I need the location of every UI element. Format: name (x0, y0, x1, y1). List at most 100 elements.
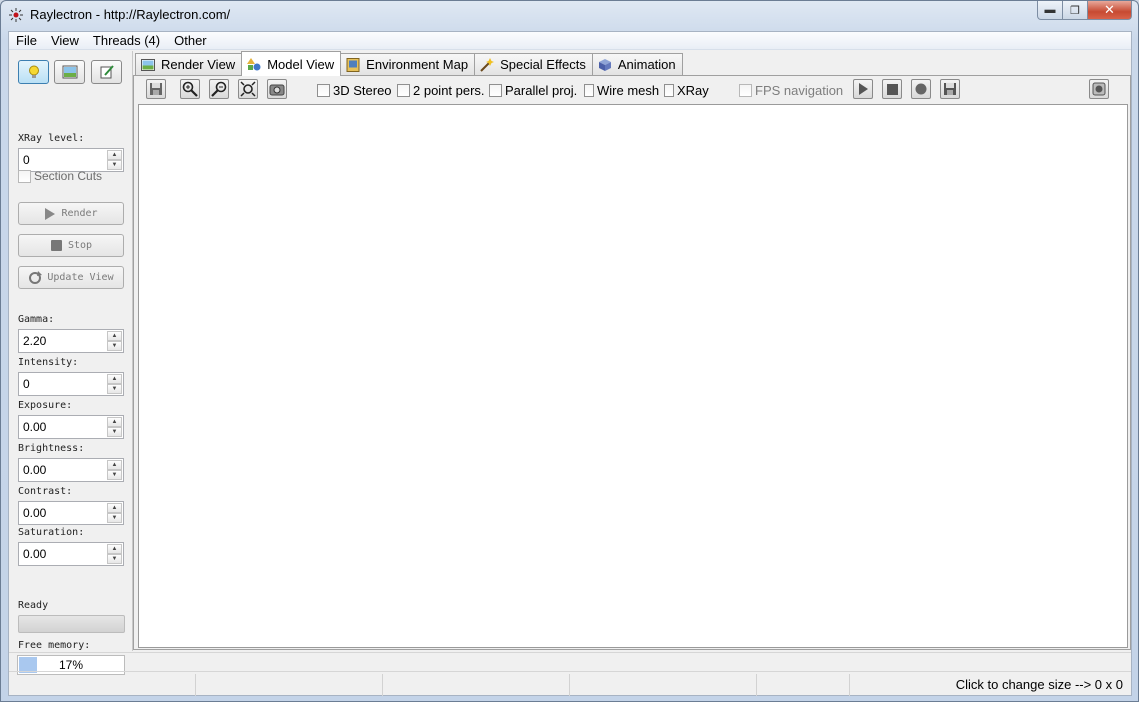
render-button[interactable]: Render (18, 202, 124, 225)
status-ready-label: Ready (18, 600, 49, 611)
tab-model-view[interactable]: Model View (241, 51, 342, 76)
stop-icon (50, 240, 62, 251)
wire-mesh-label: Wire mesh (597, 83, 660, 98)
contrast-spinbox[interactable]: 0.00 ▲ ▼ (18, 501, 124, 525)
exposure-spinbox[interactable]: 0.00 ▲ ▼ (18, 415, 124, 439)
gamma-value: 2.20 (23, 334, 47, 348)
saturation-spinbox[interactable]: 0.00 ▲ ▼ (18, 542, 124, 566)
record-button[interactable] (911, 79, 931, 99)
spin-down-arrow[interactable]: ▼ (107, 427, 122, 437)
gamma-label: Gamma: (18, 314, 55, 325)
free-memory-label: Free memory: (18, 640, 91, 651)
tab-render-view[interactable]: Render View (135, 53, 243, 75)
title-bar[interactable]: Raylectron - http://Raylectron.com/ ▬ ❐ … (1, 1, 1138, 31)
image-toggle-button[interactable] (54, 60, 85, 84)
exposure-label: Exposure: (18, 400, 73, 411)
stereo-3d-checkbox[interactable]: 3D Stereo (317, 83, 392, 98)
save-icon (944, 83, 956, 95)
spin-up-arrow[interactable]: ▲ (107, 331, 122, 341)
status-bar: Click to change size --> 0 x 0 (9, 674, 1131, 696)
change-size-status[interactable]: Click to change size --> 0 x 0 (850, 674, 1131, 696)
edit-icon (100, 65, 114, 79)
stop-button-label: Stop (67, 240, 93, 251)
close-icon: ✕ (1104, 2, 1115, 17)
two-point-perspective-label: 2 point pers. (413, 83, 485, 98)
spin-down-arrow[interactable]: ▼ (107, 160, 122, 170)
stereo-3d-label: 3D Stereo (333, 83, 392, 98)
wire-mesh-checkbox[interactable]: Wire mesh (584, 83, 659, 98)
close-button[interactable]: ✕ (1088, 1, 1132, 20)
update-view-button[interactable]: Update View (18, 266, 124, 289)
tab-animation[interactable]: Animation (591, 53, 683, 75)
play-icon (45, 207, 56, 220)
zoom-out-icon (211, 81, 227, 97)
fps-navigation-label: FPS navigation (755, 83, 844, 98)
menu-threads[interactable]: Threads (4) (86, 32, 167, 49)
snapshot-button[interactable] (1089, 79, 1109, 99)
checkbox-icon (664, 84, 674, 97)
saturation-value: 0.00 (23, 547, 47, 561)
zoom-out-button[interactable] (209, 79, 229, 99)
spin-up-arrow[interactable]: ▲ (107, 150, 122, 160)
intensity-spinbox[interactable]: 0 ▲ ▼ (18, 372, 124, 396)
spin-up-arrow[interactable]: ▲ (107, 544, 122, 554)
stop-button[interactable]: Stop (18, 234, 124, 257)
xray-level-value: 0 (23, 153, 30, 167)
edit-notes-button[interactable] (91, 60, 122, 84)
save-model-button[interactable] (146, 79, 166, 99)
minimize-button[interactable]: ▬ (1037, 1, 1063, 20)
spin-up-arrow[interactable]: ▲ (107, 460, 122, 470)
fps-navigation-checkbox[interactable]: FPS navigation (739, 83, 843, 98)
spin-down-arrow[interactable]: ▼ (107, 341, 122, 351)
play-animation-button[interactable] (853, 79, 873, 99)
xray-checkbox[interactable]: XRay (664, 83, 709, 98)
snapshot-icon (1092, 82, 1106, 96)
light-toggle-button[interactable] (18, 60, 49, 84)
brightness-label: Brightness: (18, 443, 85, 454)
save-animation-button[interactable] (940, 79, 960, 99)
image-icon (141, 58, 155, 71)
tab-label: Render View (161, 57, 236, 72)
model-viewport[interactable] (138, 104, 1128, 648)
lightbulb-icon (28, 65, 39, 78)
record-icon (915, 83, 927, 95)
xray-level-label: XRay level: (18, 133, 85, 144)
checkbox-icon (317, 84, 330, 97)
section-cuts-checkbox[interactable]: Section Cuts (18, 169, 102, 183)
zoom-in-button[interactable] (180, 79, 200, 99)
spin-up-arrow[interactable]: ▲ (107, 503, 122, 513)
parallel-projection-checkbox[interactable]: Parallel proj. (489, 83, 577, 98)
stop-animation-button[interactable] (882, 79, 902, 99)
tab-environment-map[interactable]: Environment Map (340, 53, 476, 75)
tab-special-effects[interactable]: Special Effects (474, 53, 593, 75)
maximize-button[interactable]: ❐ (1063, 1, 1088, 20)
spin-down-arrow[interactable]: ▼ (107, 513, 122, 523)
menu-other[interactable]: Other (167, 32, 214, 49)
tab-label: Animation (617, 57, 676, 72)
parallel-projection-label: Parallel proj. (505, 83, 578, 98)
menu-view[interactable]: View (44, 32, 86, 49)
gamma-spinbox[interactable]: 2.20 ▲ ▼ (18, 329, 124, 353)
left-panel: XRay level: 0 ▲ ▼ Section Cuts Render Sto… (9, 51, 133, 675)
model-view-pane: 3D Stereo 2 point pers. Parallel proj. W… (133, 75, 1131, 650)
model-toolbar: 3D Stereo 2 point pers. Parallel proj. W… (134, 76, 1130, 104)
env-map-icon (346, 57, 360, 72)
camera-icon (269, 84, 285, 96)
intensity-label: Intensity: (18, 357, 79, 368)
menu-bar: File View Threads (4) Other (9, 32, 1131, 50)
spin-down-arrow[interactable]: ▼ (107, 470, 122, 480)
zoom-extents-button[interactable] (238, 79, 258, 99)
spin-up-arrow[interactable]: ▲ (107, 374, 122, 384)
menu-file[interactable]: File (9, 32, 44, 49)
camera-view-button[interactable] (267, 79, 287, 99)
brightness-spinbox[interactable]: 0.00 ▲ ▼ (18, 458, 124, 482)
stop-icon (886, 83, 898, 95)
zoom-in-icon (182, 81, 198, 97)
spin-down-arrow[interactable]: ▼ (107, 554, 122, 564)
spin-up-arrow[interactable]: ▲ (107, 417, 122, 427)
render-progress-bar (18, 615, 125, 633)
refresh-icon (29, 270, 43, 284)
tab-label: Environment Map (366, 57, 469, 72)
spin-down-arrow[interactable]: ▼ (107, 384, 122, 394)
two-point-perspective-checkbox[interactable]: 2 point pers. (397, 83, 485, 98)
